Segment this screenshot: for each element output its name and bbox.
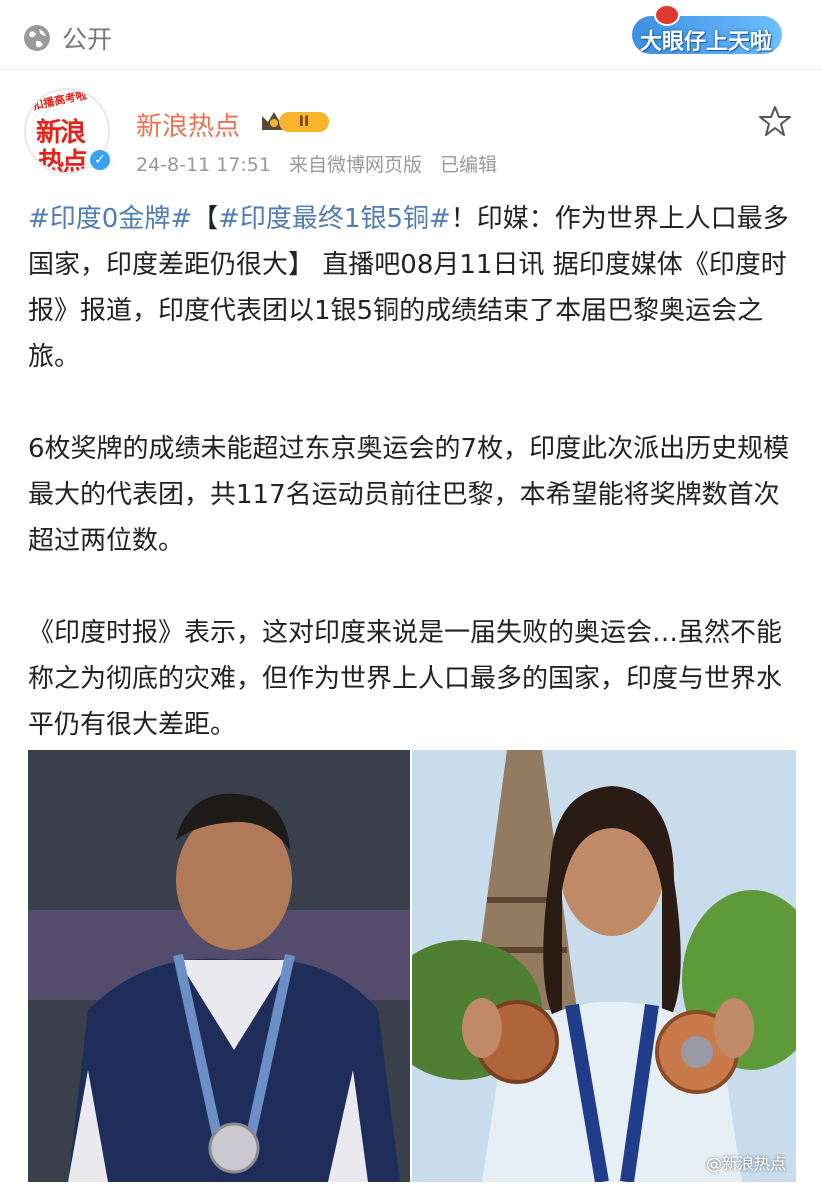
post-paragraph-2: 6枚奖牌的成绩未能超过东京奥运会的7枚，印度此次派出历史规模最大的代表团，共11… <box>28 434 790 556</box>
post-source: 来自微博网页版 <box>289 154 423 176</box>
author-header: 扣播高考啦 新浪 热点 ✓ 新浪热点 II 24-8-11 17:51 来自微博… <box>24 84 804 184</box>
avatar-text-line2: 热点 <box>38 148 88 174</box>
athlete-silver-medal-photo <box>28 750 410 1182</box>
post-timestamp: 24-8-11 17:51 <box>136 154 271 176</box>
post-paragraph-1: #印度0金牌#【#印度最终1银5铜#！印媒：作为世界上人口最多国家，印度差距仍很… <box>28 196 798 380</box>
star-icon[interactable] <box>758 104 792 138</box>
post-body: #印度0金牌#【#印度最终1银5铜#！印媒：作为世界上人口最多国家，印度差距仍很… <box>28 196 798 794</box>
globe-icon <box>24 25 50 51</box>
post-image-athlete-left[interactable] <box>28 750 410 1182</box>
post-paragraph-3: 《印度时报》表示，这对印度来说是一届失败的奥运会…虽然不能称之为彻底的灾难，但作… <box>28 618 783 740</box>
member-badge[interactable]: II <box>259 108 331 134</box>
visibility-indicator[interactable]: 公开 <box>22 20 112 56</box>
logo-text: 大眼仔上天啦 <box>640 30 773 55</box>
author-name[interactable]: 新浪热点 <box>136 106 240 143</box>
post-images: @新浪热点 <box>28 750 796 1182</box>
edited-label: 已编辑 <box>440 154 498 176</box>
avatar-banner: 扣播高考啦 <box>31 88 88 113</box>
badge-level: II <box>279 112 329 132</box>
athlete-bronze-medals-photo <box>412 750 796 1182</box>
hashtag-link[interactable]: #印度最终1银5铜# <box>218 204 451 234</box>
hashtag-link[interactable]: #印度0金牌# <box>28 204 192 234</box>
mascot-icon <box>654 4 680 26</box>
post-image-athlete-right[interactable]: @新浪热点 <box>412 750 796 1182</box>
brand-logo: 大眼仔上天啦 <box>632 4 782 60</box>
post-meta: 24-8-11 17:51 来自微博网页版 已编辑 <box>136 150 509 177</box>
image-watermark: @新浪热点 <box>705 1154 786 1173</box>
verified-icon: ✓ <box>88 148 112 172</box>
visibility-label: 公开 <box>62 25 113 54</box>
top-bar: 公开 大眼仔上天啦 <box>0 0 822 70</box>
bracket-open: 【 <box>192 204 219 234</box>
